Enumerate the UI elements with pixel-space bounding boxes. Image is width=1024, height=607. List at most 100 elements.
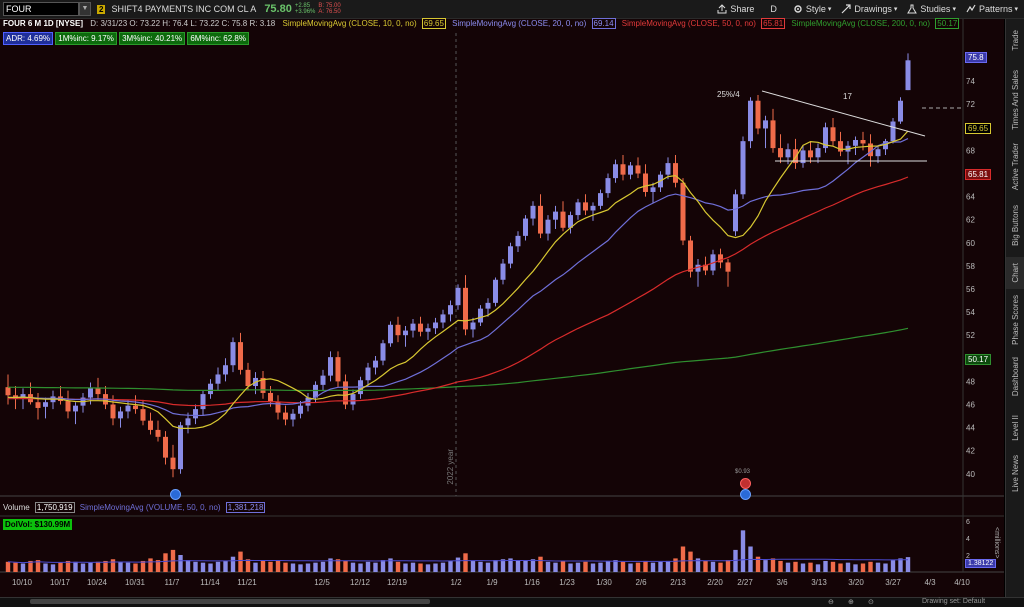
volume-bar: [583, 561, 588, 572]
sma200-legend[interactable]: SimpleMovingAvg (CLOSE, 200, 0, no): [791, 19, 930, 28]
horizontal-scrollbar[interactable]: [30, 599, 430, 604]
pattern-length-label: 17: [843, 92, 852, 101]
sma50-value-box: 65.81: [761, 18, 786, 29]
sma20-legend[interactable]: SimpleMovingAvg (CLOSE, 20, 0, no): [452, 19, 586, 28]
volume-sma-legend[interactable]: SimpleMovingAvg (VOLUME, 50, 0, no): [80, 503, 221, 512]
volume-bar: [73, 561, 78, 572]
candle-body: [395, 324, 401, 336]
patterns-button[interactable]: Patterns ▾: [966, 4, 1018, 14]
candle-body: [620, 164, 626, 175]
volume-bar: [613, 560, 618, 572]
tab-chart[interactable]: Chart: [1006, 257, 1024, 289]
volume-bar: [298, 564, 303, 572]
drawings-button[interactable]: Drawings ▾: [841, 4, 897, 14]
period-button[interactable]: D: [770, 4, 777, 14]
earnings-amount-label: $0.93: [735, 469, 751, 475]
studies-button[interactable]: Studies ▾: [907, 4, 956, 14]
tab-label: Level II: [1011, 415, 1020, 441]
tab-times-and-sales[interactable]: Times And Sales: [1006, 69, 1024, 131]
style-button[interactable]: Style ▾: [793, 4, 831, 14]
ohlc-readout: D: 3/31/23 O: 73.22 H: 76.4 L: 73.22 C: …: [90, 19, 276, 28]
volume-bar: [500, 559, 506, 572]
tab-label: Dashboard: [1011, 357, 1020, 397]
volume-bar: [208, 563, 213, 572]
last-price-tag: 75.8: [965, 52, 987, 63]
sma50-price-tag: 65.81: [965, 169, 992, 180]
zoom-out-icon[interactable]: ⊖: [828, 598, 834, 606]
symbol-input[interactable]: [3, 2, 79, 16]
candle-body: [388, 324, 393, 344]
share-button[interactable]: Share: [717, 4, 754, 14]
volume-bar: [523, 560, 528, 572]
tab-label: Live News: [1011, 454, 1020, 492]
dividend-icon[interactable]: [740, 489, 751, 500]
date-axis-tick: 4/3: [924, 578, 936, 587]
volume-sma-tag: 1.38122: [965, 559, 997, 568]
volume-bar: [815, 564, 821, 572]
candle-body: [508, 246, 513, 264]
candle-body: [118, 411, 123, 419]
tab-trade[interactable]: Trade: [1006, 19, 1024, 61]
candle-body: [163, 436, 168, 458]
candle-body: [223, 365, 228, 375]
candle-body: [73, 405, 78, 412]
tab-live-news[interactable]: Live News: [1006, 451, 1024, 495]
event-icon[interactable]: [170, 489, 181, 500]
volume-bar: [343, 560, 348, 572]
tab-dashboard[interactable]: Dashboard: [1006, 352, 1024, 402]
volume-bar: [688, 551, 693, 572]
price-axis-tick: 74: [966, 77, 975, 86]
adr-badge: ADR: 4.69%: [3, 32, 54, 45]
last-price: 75.80: [264, 3, 292, 15]
candle-body: [335, 357, 341, 382]
candle-body: [815, 148, 821, 158]
volume-bar: [200, 562, 206, 572]
tab-level-ii[interactable]: Level II: [1006, 409, 1024, 447]
pan-icon[interactable]: ⊙: [868, 598, 874, 606]
volume-bar: [478, 561, 483, 572]
volume-bar: [598, 562, 603, 572]
zoom-in-icon[interactable]: ⊕: [848, 598, 854, 606]
volume-bar: [95, 561, 101, 572]
share-icon: [717, 4, 727, 14]
bid-ask-block: B: 75.00 A: 76.50: [318, 3, 340, 15]
date-axis-tick: 12/19: [387, 578, 408, 587]
m3-inc-badge: 3M%inc: 40.21%: [119, 32, 186, 45]
volume-bar: [418, 563, 423, 572]
volume-bar: [215, 561, 221, 572]
sma10-legend[interactable]: SimpleMovingAvg (CLOSE, 10, 0, no): [283, 19, 417, 28]
symbol-dropdown-button[interactable]: ▼: [79, 2, 91, 16]
tab-active-trader[interactable]: Active Trader: [1006, 139, 1024, 194]
volume-bar: [838, 563, 843, 572]
volume-bar: [133, 563, 138, 572]
tab-phase-scores[interactable]: Phase Scores: [1006, 295, 1024, 345]
chart-panel[interactable]: 7674727068666462605856545250484644424064…: [0, 18, 1004, 597]
drawings-label: Drawings: [854, 4, 892, 14]
candle-body: [125, 405, 131, 412]
candle-body: [515, 235, 521, 247]
tab-big-buttons[interactable]: Big Buttons: [1006, 199, 1024, 251]
volume-bar: [253, 562, 258, 572]
volume-value-box: 1,750,919: [34, 502, 75, 513]
volume-bar: [868, 561, 873, 572]
earnings-icon[interactable]: [740, 478, 751, 489]
drawing-set-label[interactable]: Drawing set: Default: [922, 598, 985, 605]
volume-bar: [365, 561, 371, 572]
volume-bar: [808, 562, 813, 572]
candle-body: [448, 305, 453, 315]
volume-bar: [320, 561, 326, 572]
chevron-down-icon: ▾: [952, 6, 956, 13]
company-name: SHIFT4 PAYMENTS INC COM CL A: [111, 4, 257, 14]
candle-body: [755, 100, 761, 129]
volume-bar: [515, 560, 521, 572]
volume-bar: [260, 560, 266, 572]
sma50-legend[interactable]: SimpleMovingAvg (CLOSE, 50, 0, no): [622, 19, 756, 28]
candle-body: [590, 205, 596, 211]
link-group-badge[interactable]: 2: [97, 4, 106, 14]
sma20-value-box: 69.14: [591, 18, 616, 29]
volume-bar: [845, 562, 851, 572]
price-axis-tick: 56: [966, 285, 975, 294]
date-axis-tick: 2/20: [707, 578, 723, 587]
candle-body: [110, 404, 116, 419]
volume-bar: [13, 562, 18, 572]
